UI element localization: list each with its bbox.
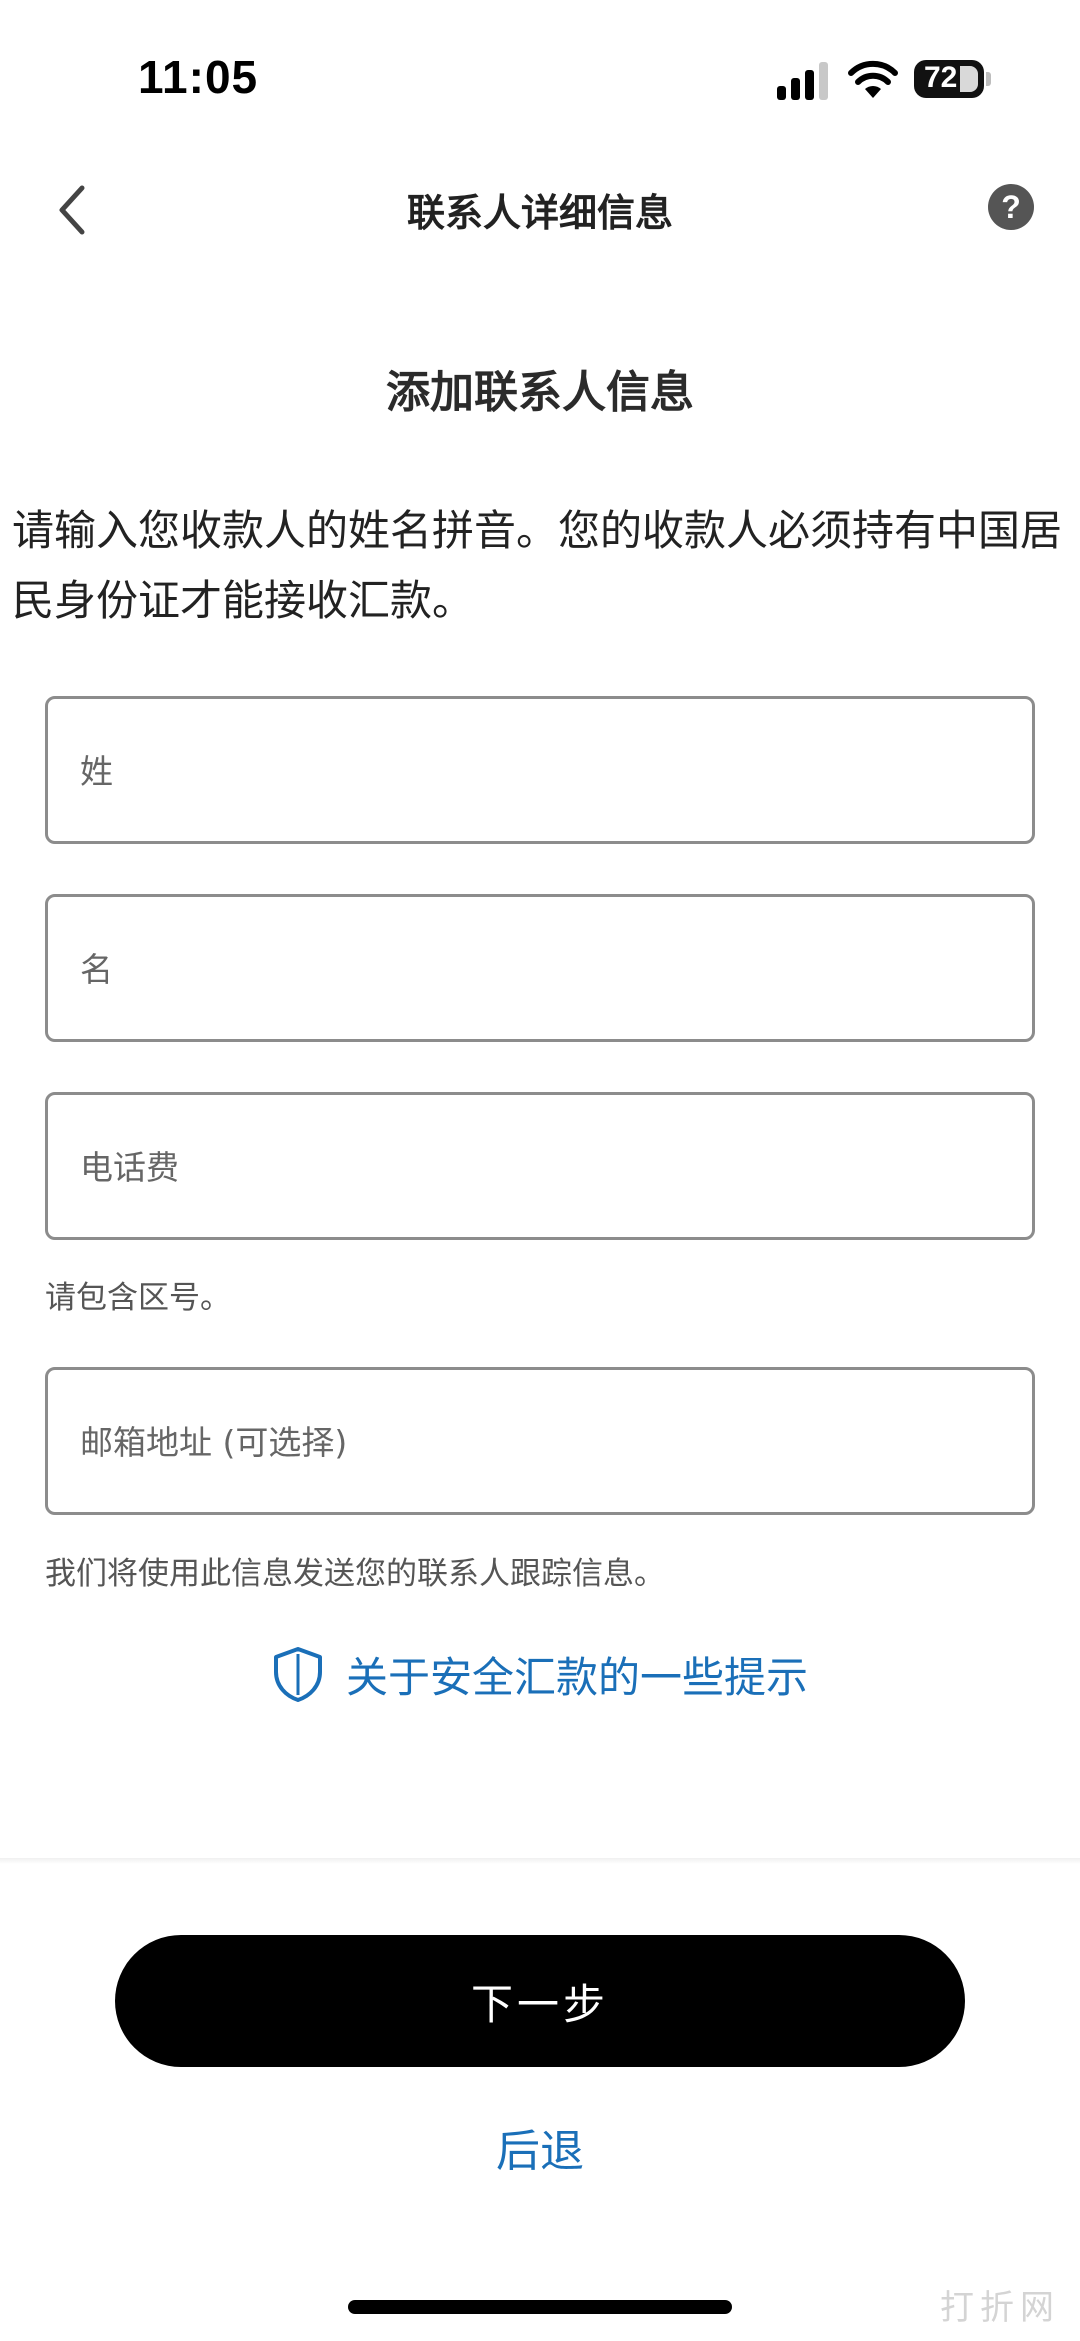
page-title: 联系人详细信息	[406, 191, 673, 235]
safety-tips-link[interactable]: 关于安全汇款的一些提示	[0, 1644, 1080, 1704]
status-time: 11:05	[138, 51, 259, 103]
email-hint: 我们将使用此信息发送您的联系人跟踪信息。	[45, 1556, 665, 1592]
safety-tips-label: 关于安全汇款的一些提示	[345, 1652, 808, 1702]
shield-icon	[273, 1647, 322, 1702]
phone-hint: 请包含区号。	[45, 1280, 231, 1316]
first-name-input[interactable]	[78, 897, 1002, 1041]
section-title: 添加联系人信息	[386, 367, 694, 418]
last-name-input[interactable]	[78, 699, 1002, 843]
next-button[interactable]: 下一步	[115, 1935, 965, 2067]
help-icon[interactable]: ?	[988, 184, 1034, 230]
status-bar: 11:05 72	[0, 0, 1080, 160]
email-field[interactable]	[45, 1367, 1035, 1515]
phone-input[interactable]	[78, 1095, 1002, 1239]
back-link[interactable]: 后退	[0, 2115, 1080, 2179]
first-name-field[interactable]	[45, 894, 1035, 1042]
home-indicator[interactable]	[348, 2300, 732, 2314]
bottom-divider	[0, 1858, 1080, 1864]
battery-cap	[986, 72, 991, 86]
last-name-field[interactable]	[45, 696, 1035, 844]
battery-icon: 72	[914, 60, 984, 98]
intro-text: 请输入您收款人的姓名拼音。您的收款人必须持有中国居民身份证才能接收汇款。	[12, 506, 1063, 625]
battery-percent: 72	[924, 61, 958, 94]
phone-field[interactable]	[45, 1092, 1035, 1240]
wifi-icon	[848, 60, 898, 98]
watermark: 打折网	[940, 2288, 1060, 2328]
cellular-signal-icon	[777, 62, 828, 100]
email-input[interactable]	[78, 1370, 1002, 1514]
